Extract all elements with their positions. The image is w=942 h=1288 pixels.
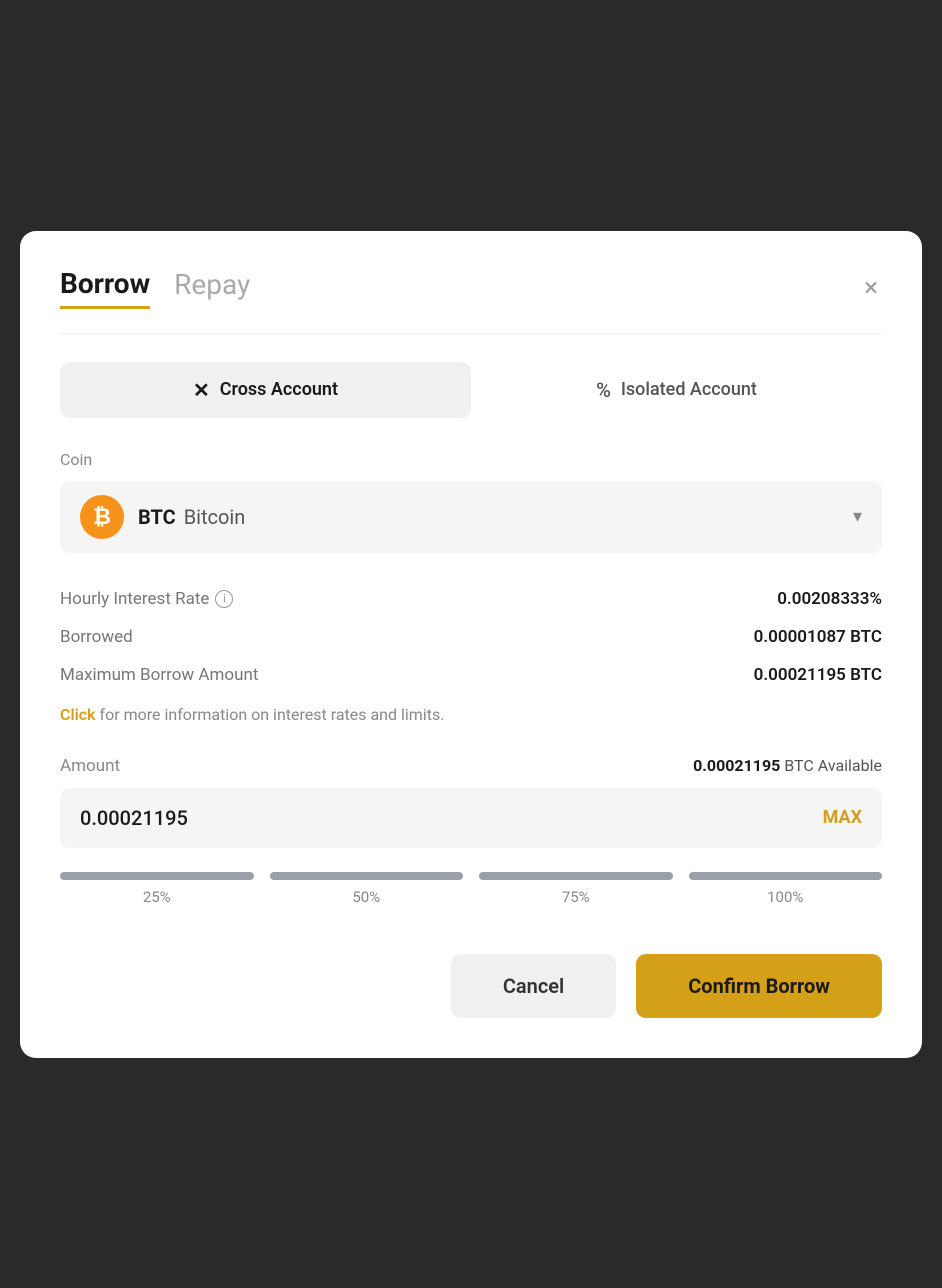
hourly-rate-label: Hourly Interest Rate i <box>60 589 233 609</box>
pct-25-bar <box>60 872 254 880</box>
borrowed-row: Borrowed 0.00001087 BTC <box>60 627 882 647</box>
pct-100-label: 100% <box>767 888 803 906</box>
tab-repay[interactable]: Repay <box>174 268 250 307</box>
cross-icon: ✕ <box>193 378 210 402</box>
percentage-row: 25% 50% 75% 100% <box>60 872 882 906</box>
hourly-rate-row: Hourly Interest Rate i 0.00208333% <box>60 589 882 609</box>
coin-label: Coin <box>60 450 882 469</box>
amount-available: 0.00021195 BTC Available <box>693 756 882 775</box>
pct-75-bar <box>479 872 673 880</box>
borrowed-label: Borrowed <box>60 627 133 647</box>
info-icon[interactable]: i <box>215 590 233 608</box>
btc-icon: ₿ <box>80 495 124 539</box>
button-row: Cancel Confirm Borrow <box>60 954 882 1018</box>
hourly-rate-value: 0.00208333% <box>777 589 882 609</box>
modal-header: Borrow Repay × <box>60 267 882 309</box>
tab-row: Borrow Repay <box>60 267 250 309</box>
dropdown-arrow-icon: ▾ <box>853 506 862 527</box>
cancel-button[interactable]: Cancel <box>451 954 616 1018</box>
pct-100-bar <box>689 872 883 880</box>
pct-50[interactable]: 50% <box>270 872 464 906</box>
isolated-account-button[interactable]: % Isolated Account <box>471 362 882 418</box>
amount-input-value: 0.00021195 <box>80 806 188 830</box>
coin-selector[interactable]: ₿ BTC Bitcoin ▾ <box>60 481 882 553</box>
pct-50-label: 50% <box>352 888 380 906</box>
pct-25-label: 25% <box>143 888 171 906</box>
available-unit: BTC Available <box>784 756 882 775</box>
close-button[interactable]: × <box>860 271 882 305</box>
max-borrow-label: Maximum Borrow Amount <box>60 665 258 685</box>
max-borrow-value: 0.00021195 BTC <box>754 665 882 685</box>
coin-left: ₿ BTC Bitcoin <box>80 495 245 539</box>
available-value: 0.00021195 <box>693 756 780 775</box>
amount-input-row[interactable]: 0.00021195 MAX <box>60 788 882 848</box>
amount-header: Amount 0.00021195 BTC Available <box>60 756 882 776</box>
btc-symbol: ₿ <box>93 504 111 530</box>
click-info-text: for more information on interest rates a… <box>96 705 445 724</box>
pct-75-label: 75% <box>562 888 590 906</box>
max-borrow-row: Maximum Borrow Amount 0.00021195 BTC <box>60 665 882 685</box>
click-link[interactable]: Click <box>60 705 96 724</box>
confirm-borrow-button[interactable]: Confirm Borrow <box>636 954 882 1018</box>
tab-borrow[interactable]: Borrow <box>60 267 150 309</box>
pct-100[interactable]: 100% <box>689 872 883 906</box>
click-info: Click for more information on interest r… <box>60 705 882 724</box>
isolated-account-label: Isolated Account <box>621 379 757 400</box>
isolated-icon: % <box>596 378 611 402</box>
cross-account-button[interactable]: ✕ Cross Account <box>60 362 471 418</box>
coin-symbol: BTC <box>138 505 176 529</box>
max-button[interactable]: MAX <box>823 807 862 828</box>
borrowed-value: 0.00001087 BTC <box>754 627 882 647</box>
amount-label: Amount <box>60 756 120 776</box>
cross-account-label: Cross Account <box>220 379 338 400</box>
pct-75[interactable]: 75% <box>479 872 673 906</box>
pct-50-bar <box>270 872 464 880</box>
account-toggle: ✕ Cross Account % Isolated Account <box>60 362 882 418</box>
borrow-modal: Borrow Repay × ✕ Cross Account % Isolate… <box>20 231 922 1058</box>
info-rows: Hourly Interest Rate i 0.00208333% Borro… <box>60 589 882 685</box>
coin-name: Bitcoin <box>184 505 246 529</box>
header-divider <box>60 333 882 334</box>
pct-25[interactable]: 25% <box>60 872 254 906</box>
